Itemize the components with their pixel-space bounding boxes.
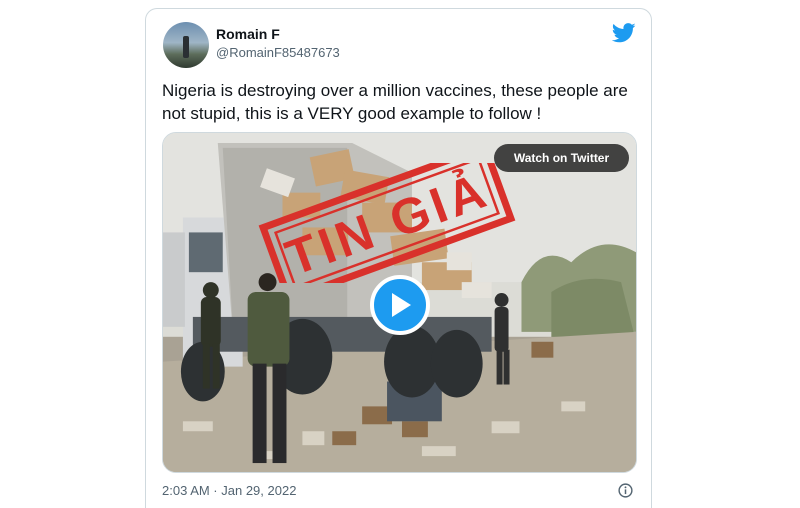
- tweet-text: Nigeria is destroying over a million vac…: [162, 81, 628, 123]
- tweet-card[interactable]: Romain F @RomainF85487673 Nigeria is des…: [145, 8, 652, 508]
- play-icon: [392, 293, 411, 317]
- author-name[interactable]: Romain F: [216, 26, 280, 42]
- info-icon[interactable]: [618, 483, 633, 498]
- avatar[interactable]: [163, 22, 209, 68]
- video-player[interactable]: TIN GIẢ Watch on Twitter: [162, 132, 637, 473]
- play-button[interactable]: [370, 275, 430, 335]
- watch-on-twitter-button[interactable]: Watch on Twitter: [494, 144, 629, 172]
- fake-news-stamp: TIN GIẢ: [258, 163, 516, 283]
- twitter-bird-icon[interactable]: [612, 23, 636, 43]
- author-handle[interactable]: @RomainF85487673: [216, 45, 340, 60]
- tweet-timestamp[interactable]: 2:03 AM · Jan 29, 2022: [162, 483, 296, 498]
